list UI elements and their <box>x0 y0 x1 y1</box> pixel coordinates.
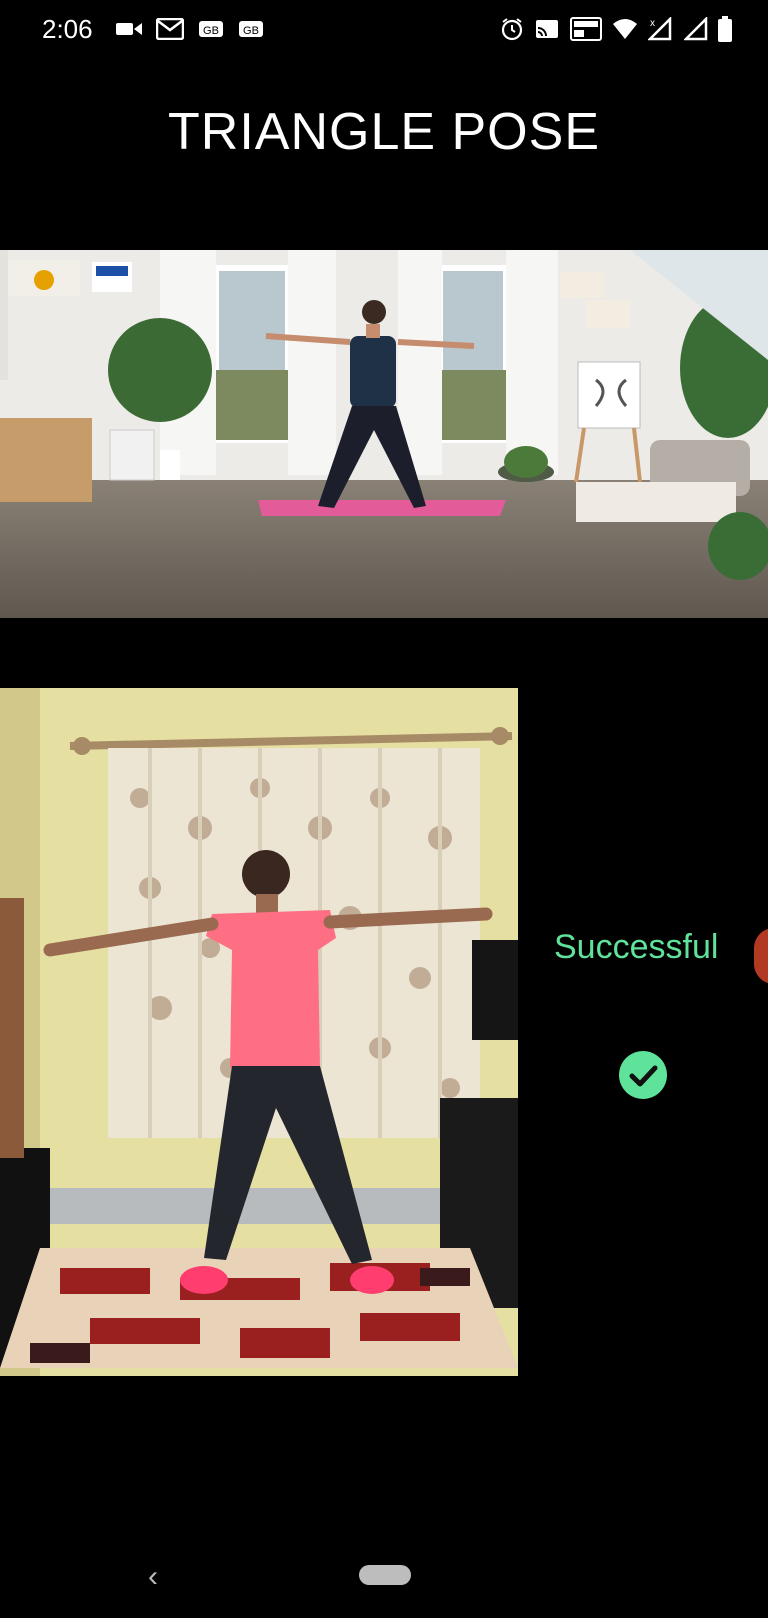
battery-icon <box>718 16 732 42</box>
side-panel-handle[interactable] <box>754 928 768 984</box>
pose-result-text: Successful <box>554 928 719 966</box>
wifi-icon <box>613 19 637 39</box>
back-chevron-icon[interactable]: ‹ <box>148 1560 158 1594</box>
page-title: TRIANGLE POSE <box>168 103 600 161</box>
check-circle-icon <box>619 1051 667 1099</box>
camera-frame <box>0 688 518 1376</box>
status-time: 2:06 <box>42 14 93 44</box>
alarm-icon <box>501 18 523 41</box>
signal-icon: x <box>648 17 672 41</box>
camera-preview <box>0 688 518 1376</box>
notification-icons: GB GB <box>116 18 264 40</box>
svg-text:GB: GB <box>243 25 259 37</box>
cast-icon <box>536 20 558 38</box>
status-bar: 2:06 GB GB x <box>0 0 768 62</box>
system-icons: x <box>500 16 732 42</box>
svg-text:GB: GB <box>203 25 219 37</box>
reference-video[interactable] <box>0 250 768 618</box>
gmail-icon: GB <box>199 21 223 37</box>
reference-video-frame <box>0 250 768 618</box>
video-camera-icon <box>116 23 142 35</box>
gmail-icon <box>156 18 184 40</box>
title-bar: TRIANGLE POSE <box>0 62 768 250</box>
volte-icon <box>570 17 602 41</box>
home-pill-icon[interactable] <box>359 1565 411 1585</box>
signal-icon <box>684 17 708 41</box>
svg-text:x: x <box>650 18 655 29</box>
gmail-icon: GB <box>239 21 263 37</box>
